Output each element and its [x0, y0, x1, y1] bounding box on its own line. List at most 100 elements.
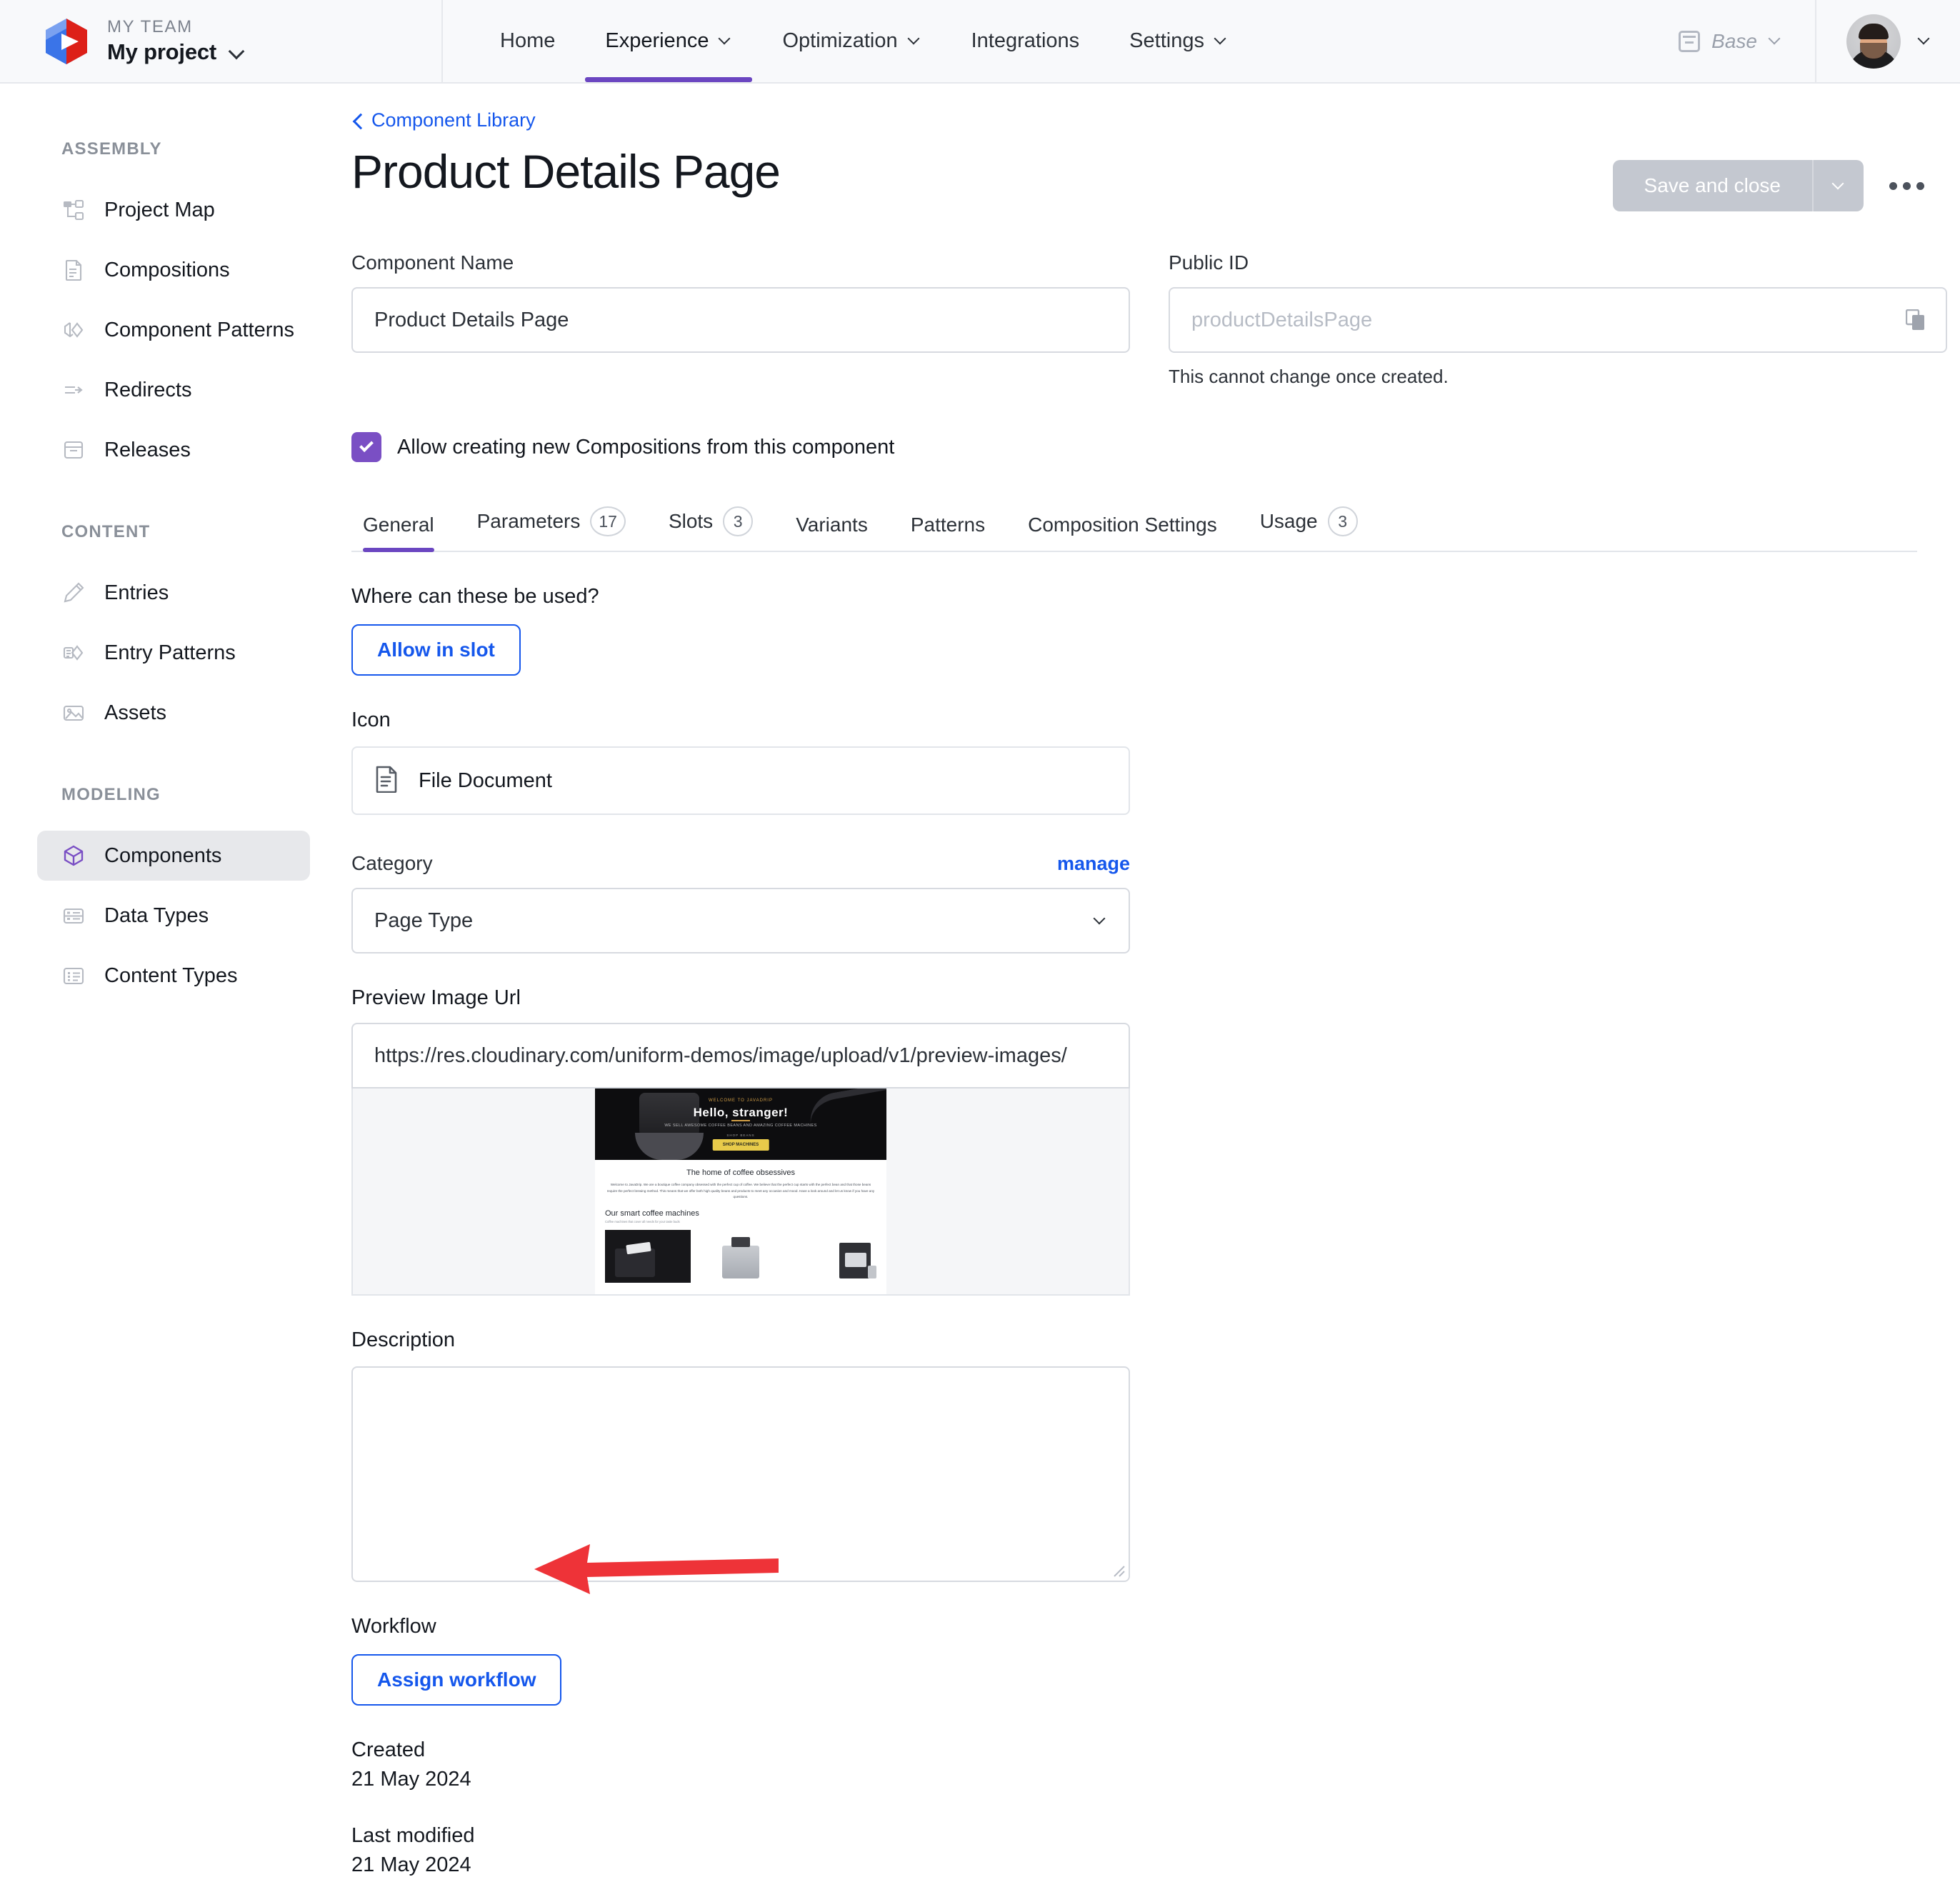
sidebar-item-assets[interactable]: Assets: [37, 688, 310, 738]
category-header: Category manage: [351, 852, 1130, 875]
workflow-label: Workflow: [351, 1615, 436, 1638]
preview-hero-title: Hello, stranger!: [693, 1106, 789, 1119]
category-select[interactable]: Page Type: [351, 888, 1130, 953]
public-id-input[interactable]: [1169, 287, 1947, 353]
resize-handle[interactable]: [1110, 1562, 1126, 1578]
data-list-icon: [61, 904, 86, 928]
icon-value: File Document: [419, 769, 552, 792]
sidebar-item-label: Entry Patterns: [104, 641, 236, 664]
preview-product-2: [698, 1230, 784, 1283]
preview-section-title: The home of coffee obsessives: [686, 1168, 796, 1177]
preview-image-url-input[interactable]: [351, 1023, 1130, 1088]
preview-product-1: [605, 1230, 691, 1283]
created-value: 21 May 2024: [351, 1768, 471, 1791]
preview-hero-small: SHOP BEANS: [726, 1133, 755, 1137]
sidebar-item-label: Compositions: [104, 258, 230, 281]
component-name-field-group: Component Name: [351, 251, 1130, 388]
component-name-input[interactable]: [351, 287, 1130, 353]
save-and-close-button[interactable]: Save and close: [1612, 160, 1812, 211]
main-nav: Home Experience Optimization Integration…: [443, 0, 1258, 82]
sidebar-item-content-types[interactable]: Content Types: [37, 951, 310, 1001]
sidebar-item-entry-patterns[interactable]: Entry Patterns: [37, 628, 310, 678]
arrow-right-lines-icon: [61, 378, 86, 402]
preview-body: The home of coffee obsessives Welcome to…: [595, 1160, 886, 1283]
nav-item-experience[interactable]: Experience: [585, 0, 753, 82]
tab-parameters[interactable]: Parameters 17: [456, 506, 647, 551]
public-id-hint: This cannot change once created.: [1169, 366, 1449, 387]
sidebar-item-component-patterns[interactable]: Component Patterns: [37, 305, 310, 355]
document-lines-icon: [61, 258, 86, 282]
category-label: Category: [351, 852, 433, 874]
name-and-id-row: Component Name Public ID This cannot cha…: [351, 251, 1960, 388]
nav-item-label: Optimization: [782, 29, 898, 52]
manage-categories-link[interactable]: manage: [1057, 853, 1130, 875]
user-menu[interactable]: [1815, 0, 1960, 82]
icon-picker[interactable]: File Document: [351, 746, 1130, 815]
sidebar-item-entries[interactable]: Entries: [37, 568, 310, 618]
nav-item-label: Home: [500, 29, 556, 52]
chevron-left-icon: [351, 115, 363, 126]
chevron-down-icon: [719, 34, 732, 48]
sidebar-item-components[interactable]: Components: [37, 831, 310, 881]
tab-slots[interactable]: Slots 3: [647, 506, 774, 551]
tab-label: Composition Settings: [1028, 514, 1217, 536]
component-tabs: General Parameters 17 Slots 3 Variants P…: [351, 506, 1917, 552]
public-id-label: Public ID: [1169, 251, 1249, 274]
top-bar-right: Base: [1657, 0, 1960, 82]
content-list-icon: [61, 963, 86, 988]
tab-patterns[interactable]: Patterns: [889, 514, 1006, 551]
save-options-button[interactable]: [1812, 160, 1864, 211]
sidebar-group-label-assembly: ASSEMBLY: [61, 139, 162, 159]
tab-badge: 3: [723, 506, 754, 536]
chevron-down-icon: [908, 34, 921, 48]
sidebar-item-label: Component Patterns: [104, 318, 294, 341]
nav-item-integrations[interactable]: Integrations: [951, 0, 1100, 82]
top-bar: MY TEAM My project Home Experience Optim…: [0, 0, 1960, 84]
uniform-hexagon-logo: [44, 18, 89, 65]
sidebar-group-label-content: CONTENT: [61, 522, 151, 541]
sidebar-item-data-types[interactable]: Data Types: [37, 891, 310, 941]
nav-item-label: Experience: [605, 29, 709, 52]
allow-in-slot-button[interactable]: Allow in slot: [351, 624, 521, 676]
sidebar-item-compositions[interactable]: Compositions: [37, 245, 310, 295]
assign-workflow-button[interactable]: Assign workflow: [351, 1654, 562, 1706]
tab-label: Usage: [1259, 510, 1318, 532]
tab-general[interactable]: General: [351, 514, 456, 552]
preview-products-subtitle: Coffee machines that cover all needs for…: [605, 1220, 680, 1224]
breadcrumb[interactable]: Component Library: [351, 109, 1960, 131]
page-title-row: Product Details Page Save and close: [336, 144, 1960, 211]
release-selector[interactable]: Base: [1657, 0, 1815, 82]
component-name-label: Component Name: [351, 251, 514, 274]
tab-badge: 17: [590, 506, 626, 536]
last-modified-label: Last modified: [351, 1824, 475, 1847]
nav-item-optimization[interactable]: Optimization: [762, 0, 941, 82]
tab-variants[interactable]: Variants: [774, 514, 889, 551]
project-name: My project: [107, 39, 217, 64]
chevron-down-icon[interactable]: [229, 46, 243, 59]
main-content: Component Library Product Details Page S…: [336, 84, 1960, 1876]
nav-item-home[interactable]: Home: [480, 0, 575, 82]
sidebar-item-label: Content Types: [104, 963, 238, 987]
copy-icon[interactable]: [1905, 309, 1926, 331]
nav-item-label: Integrations: [971, 29, 1080, 52]
description-textarea[interactable]: [351, 1366, 1130, 1582]
tab-composition-settings[interactable]: Composition Settings: [1006, 514, 1239, 551]
checkmark-icon: [359, 438, 374, 453]
allow-compositions-checkbox[interactable]: [351, 432, 381, 462]
sidebar-item-releases[interactable]: Releases: [37, 425, 310, 475]
icon-label: Icon: [351, 709, 391, 731]
sidebar-item-project-map[interactable]: Project Map: [37, 185, 310, 235]
tab-usage[interactable]: Usage 3: [1239, 506, 1379, 551]
page-title: Product Details Page: [351, 145, 781, 198]
brand-project-switcher[interactable]: MY TEAM My project: [0, 0, 443, 82]
chevron-down-icon: [1918, 34, 1931, 48]
where-used-label: Where can these be used?: [351, 585, 599, 608]
nav-item-settings[interactable]: Settings: [1109, 0, 1248, 82]
sidebar-item-label: Releases: [104, 438, 191, 461]
more-horizontal-icon[interactable]: [1882, 172, 1931, 200]
sidebar-item-redirects[interactable]: Redirects: [37, 365, 310, 415]
description-wrap: [351, 1366, 1130, 1582]
sidebar-item-label: Data Types: [104, 904, 209, 927]
allow-compositions-row[interactable]: Allow creating new Compositions from thi…: [351, 432, 1960, 462]
